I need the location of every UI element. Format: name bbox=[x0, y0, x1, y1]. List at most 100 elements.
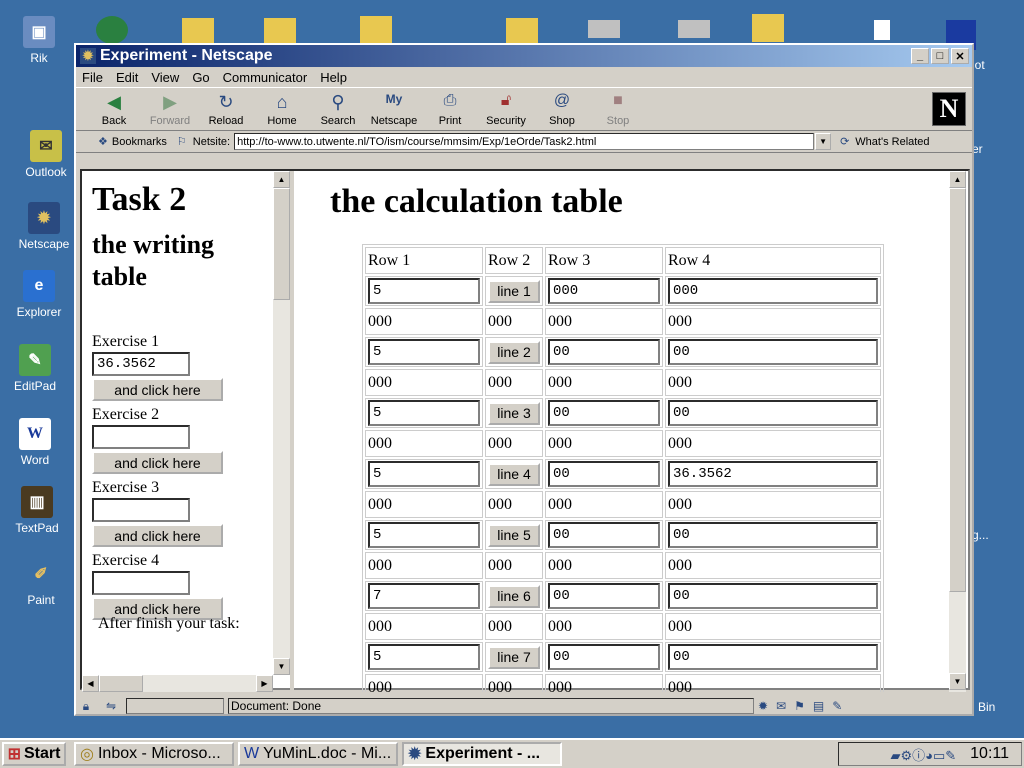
exercise-1-input[interactable]: 36.3562 bbox=[92, 352, 190, 376]
scroll-up-icon[interactable]: ▲ bbox=[949, 171, 966, 188]
folder-icon[interactable] bbox=[182, 18, 214, 46]
drive-icon[interactable] bbox=[588, 20, 620, 38]
row1-input[interactable]: 5 bbox=[368, 644, 480, 670]
hscroll-thumb[interactable] bbox=[99, 675, 143, 692]
line-button[interactable]: line 1 bbox=[488, 279, 540, 303]
menu-go[interactable]: Go bbox=[192, 70, 209, 85]
address-book-icon[interactable]: ▤ bbox=[813, 699, 824, 713]
scroll-thumb[interactable] bbox=[273, 188, 290, 300]
left-horizontal-scrollbar[interactable]: ◀ ▶ bbox=[82, 675, 273, 692]
globe-icon[interactable] bbox=[96, 16, 128, 44]
taskbar-item-netscape[interactable]: ✹ Experiment - ... bbox=[402, 742, 562, 766]
scroll-right-icon[interactable]: ▶ bbox=[256, 675, 273, 692]
menu-view[interactable]: View bbox=[151, 70, 179, 85]
desktop-icon-explorer[interactable]: e Explorer bbox=[4, 270, 74, 319]
menu-file[interactable]: File bbox=[82, 70, 103, 85]
right-vertical-scrollbar[interactable]: ▲ ▼ bbox=[949, 171, 966, 692]
row1-input[interactable]: 7 bbox=[368, 583, 480, 609]
desktop-icon-word[interactable]: W Word bbox=[0, 418, 70, 467]
netscape-logo[interactable]: N bbox=[932, 92, 966, 126]
security-status-icon[interactable]: 🔒︎ bbox=[76, 699, 96, 714]
taskbar-item-word[interactable]: W YuMinL.doc - Mi... bbox=[238, 742, 398, 766]
scroll-up-icon[interactable]: ▲ bbox=[273, 171, 290, 188]
left-vertical-scrollbar[interactable]: ▲ ▼ bbox=[273, 171, 290, 675]
row3-input[interactable]: 00 bbox=[548, 400, 660, 426]
home-button[interactable]: ⌂ Home bbox=[254, 92, 310, 127]
row4-input[interactable]: 00 bbox=[668, 522, 878, 548]
desktop-icon-outlook[interactable]: ✉ Outlook bbox=[11, 130, 81, 179]
netscape-button[interactable]: My Netscape bbox=[366, 92, 422, 127]
document-icon[interactable] bbox=[874, 20, 890, 40]
line-button[interactable]: line 3 bbox=[488, 401, 540, 425]
chevron-down-icon[interactable]: ▼ bbox=[815, 133, 832, 150]
composer-icon[interactable]: ✎ bbox=[832, 699, 842, 713]
row4-input[interactable]: 00 bbox=[668, 583, 878, 609]
line-button[interactable]: line 2 bbox=[488, 340, 540, 364]
reload-button[interactable]: ↻ Reload bbox=[198, 92, 254, 127]
tray-icons[interactable]: ▰⚙ⓘ◕▭✎ bbox=[890, 745, 956, 764]
shop-button[interactable]: @ Shop bbox=[534, 92, 590, 127]
bookmarks-button[interactable]: Bookmarks bbox=[112, 136, 167, 148]
exercise-3-submit-button[interactable]: and click here bbox=[92, 524, 223, 547]
row3-input[interactable]: 00 bbox=[548, 644, 660, 670]
row3-input[interactable]: 00 bbox=[548, 522, 660, 548]
maximize-button[interactable]: □ bbox=[931, 48, 949, 64]
row1-input[interactable]: 5 bbox=[368, 461, 480, 487]
page-proxy-icon[interactable]: ⚐ bbox=[177, 135, 187, 148]
row4-input[interactable]: 000 bbox=[668, 278, 878, 304]
forward-button[interactable]: ▶ Forward bbox=[142, 92, 198, 127]
scroll-left-icon[interactable]: ◀ bbox=[82, 675, 99, 692]
row4-input[interactable]: 00 bbox=[668, 644, 878, 670]
drive-icon[interactable] bbox=[678, 20, 710, 38]
newsgroups-icon[interactable]: ⚑ bbox=[794, 699, 805, 713]
row3-input[interactable]: 000 bbox=[548, 278, 660, 304]
network-folder-icon[interactable] bbox=[752, 14, 784, 42]
row4-input[interactable]: 00 bbox=[668, 339, 878, 365]
whats-related-button[interactable]: What's Related bbox=[855, 136, 929, 148]
navigator-icon[interactable]: ✹ bbox=[758, 699, 768, 713]
title-bar[interactable]: ✹ Experiment - Netscape _ □ ✕ bbox=[76, 45, 972, 67]
exercise-4-input[interactable] bbox=[92, 571, 190, 595]
minimize-button[interactable]: _ bbox=[911, 48, 929, 64]
row1-input[interactable]: 5 bbox=[368, 339, 480, 365]
exercise-1-submit-button[interactable]: and click here bbox=[92, 378, 223, 401]
row1-input[interactable]: 5 bbox=[368, 278, 480, 304]
row4-input[interactable]: 36.3562 bbox=[668, 461, 878, 487]
row1-input[interactable]: 5 bbox=[368, 400, 480, 426]
stop-button[interactable]: ■ Stop bbox=[590, 92, 646, 127]
network-folder-icon[interactable] bbox=[506, 18, 538, 46]
taskbar-item-inbox[interactable]: ◎ Inbox - Microso... bbox=[74, 742, 234, 766]
row3-input[interactable]: 00 bbox=[548, 339, 660, 365]
row3-input[interactable]: 00 bbox=[548, 461, 660, 487]
line-button[interactable]: line 6 bbox=[488, 584, 540, 608]
desktop-icon-rik[interactable]: ▣ Rik bbox=[4, 16, 74, 65]
line-button[interactable]: line 5 bbox=[488, 523, 540, 547]
desktop-icon-textpad[interactable]: ▥ TextPad bbox=[2, 486, 72, 535]
exercise-2-input[interactable] bbox=[92, 425, 190, 449]
menu-communicator[interactable]: Communicator bbox=[223, 70, 308, 85]
url-input[interactable]: http://to-www.to.utwente.nl/TO/ism/cours… bbox=[234, 133, 832, 150]
line-button[interactable]: line 7 bbox=[488, 645, 540, 669]
row3-input[interactable]: 00 bbox=[548, 583, 660, 609]
row1-input[interactable]: 5 bbox=[368, 522, 480, 548]
row4-input[interactable]: 00 bbox=[668, 400, 878, 426]
menu-edit[interactable]: Edit bbox=[116, 70, 138, 85]
back-button[interactable]: ◀ Back bbox=[86, 92, 142, 127]
print-button[interactable]: ⎙ Print bbox=[422, 92, 478, 127]
scroll-down-icon[interactable]: ▼ bbox=[273, 658, 290, 675]
scroll-thumb[interactable] bbox=[949, 188, 966, 592]
exercise-2-submit-button[interactable]: and click here bbox=[92, 451, 223, 474]
menu-help[interactable]: Help bbox=[320, 70, 347, 85]
exercise-3-input[interactable] bbox=[92, 498, 190, 522]
folder-icon[interactable] bbox=[264, 18, 296, 46]
start-button[interactable]: ⊞ Start bbox=[2, 742, 66, 766]
mail-icon[interactable]: ✉ bbox=[776, 699, 786, 713]
desktop-icon-editpad[interactable]: ✎ EditPad bbox=[0, 344, 70, 393]
desktop-icon-netscape[interactable]: ✹ Netscape bbox=[9, 202, 79, 251]
desktop-icon-paint[interactable]: ✐ Paint bbox=[6, 558, 76, 607]
folder-icon[interactable] bbox=[360, 16, 392, 44]
scroll-down-icon[interactable]: ▼ bbox=[949, 673, 966, 690]
search-button[interactable]: ⚲ Search bbox=[310, 92, 366, 127]
security-button[interactable]: 🔓︎ Security bbox=[478, 92, 534, 127]
line-button[interactable]: line 4 bbox=[488, 462, 540, 486]
